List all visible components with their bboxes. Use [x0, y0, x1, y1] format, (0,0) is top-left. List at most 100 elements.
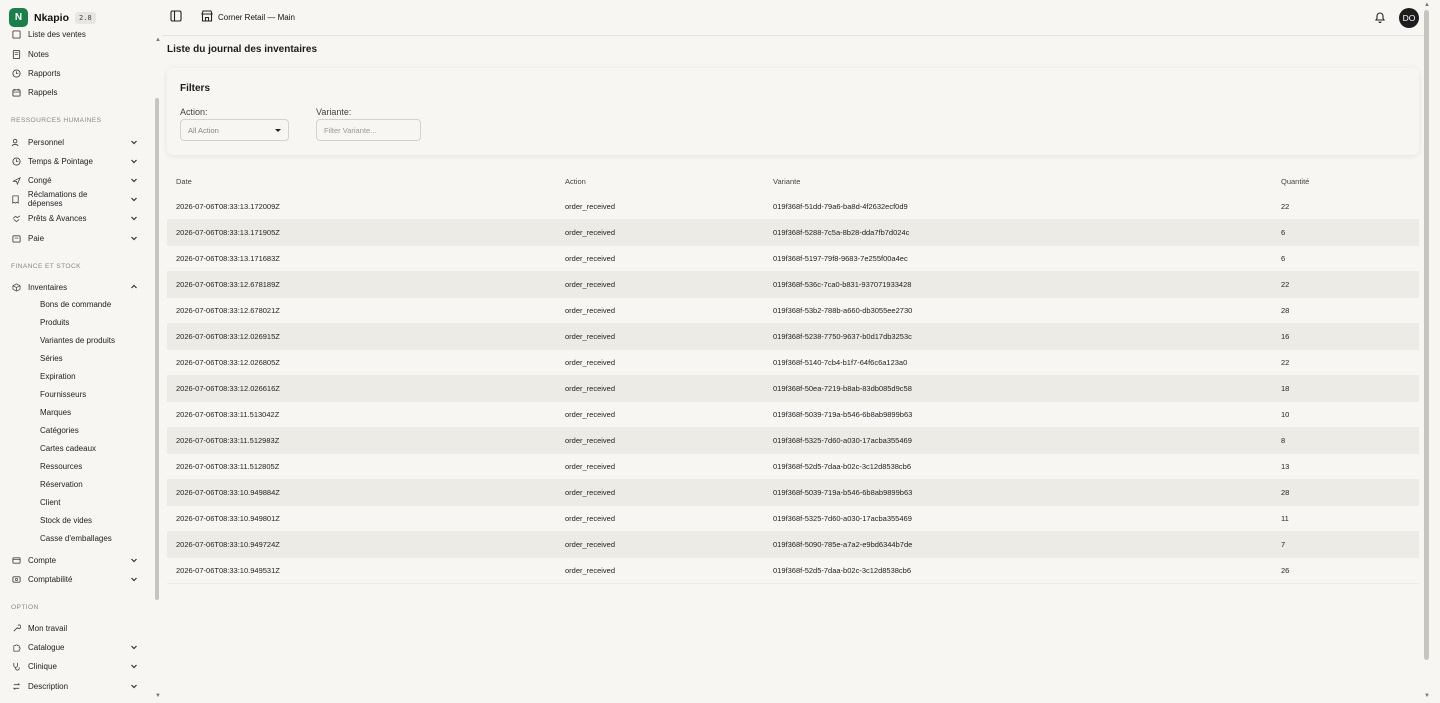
cell-action: order_received	[565, 462, 616, 471]
column-header-action[interactable]: Action	[565, 177, 586, 186]
sidebar-item-clinic[interactable]: Clinique	[11, 658, 138, 674]
sidebar-item-personnel[interactable]: Personnel	[11, 134, 138, 150]
table-header-row: Date Action Variante Quantité	[167, 168, 1419, 194]
table-row[interactable]: 2026-07-06T08:33:12.026915Z order_receive…	[167, 324, 1419, 350]
sidebar-item-accounting[interactable]: Comptabilité	[11, 571, 138, 587]
ledger-icon	[11, 574, 21, 584]
main-scroll-up-icon[interactable]: ▲	[1424, 2, 1430, 8]
column-header-date[interactable]: Date	[176, 177, 192, 186]
sidebar-section-option: OPTION	[11, 604, 39, 611]
sidebar-item-label: Rapports	[28, 68, 61, 78]
sidebar-scroll-down-icon[interactable]: ▼	[155, 693, 161, 699]
sidebar-subitem-empty-stock[interactable]: Stock de vides	[40, 515, 92, 527]
sidebar-item-payroll[interactable]: Paie	[11, 230, 138, 246]
variant-filter-input[interactable]	[316, 119, 421, 141]
sidebar-item-catalogue[interactable]: Catalogue	[11, 639, 138, 655]
table-row[interactable]: 2026-07-06T08:33:12.026616Z order_receive…	[167, 376, 1419, 402]
table-row[interactable]: 2026-07-06T08:33:11.513042Z order_receive…	[167, 402, 1419, 428]
notes-icon	[11, 49, 21, 59]
filters-panel: Filters Action: All Action Variante:	[167, 68, 1419, 155]
table-row[interactable]: 2026-07-06T08:33:13.172009Z order_receive…	[167, 194, 1419, 220]
sidebar-item-loans[interactable]: Prêts & Avances	[11, 210, 138, 226]
table-row[interactable]: 2026-07-06T08:33:11.512983Z order_receive…	[167, 428, 1419, 454]
cell-action: order_received	[565, 332, 616, 341]
cell-quantity: 18	[1281, 384, 1290, 393]
sidebar-item-notes[interactable]: Notes	[11, 46, 138, 62]
sidebar-subitem-purchase-orders[interactable]: Bons de commande	[40, 299, 111, 311]
sidebar-item-reminders[interactable]: Rappels	[11, 84, 138, 100]
sidebar-item-expense-claims[interactable]: Réclamations de dépenses	[11, 190, 138, 208]
sidebar-scrollbar[interactable]	[155, 98, 159, 600]
plane-icon	[11, 175, 21, 185]
sidebar-item-label: Catalogue	[28, 642, 65, 652]
cell-variant: 019f368f-51dd-79a6-ba8d-4f2632ecf0d9	[773, 202, 908, 211]
sidebar-subitem-series[interactable]: Séries	[40, 353, 63, 365]
table-row[interactable]: 2026-07-06T08:33:13.171683Z order_receive…	[167, 246, 1419, 272]
cell-action: order_received	[565, 254, 616, 263]
store-selector[interactable]: Corner Retail — Main	[200, 9, 295, 25]
sidebar-subitem-gift-cards[interactable]: Cartes cadeaux	[40, 443, 96, 455]
column-header-quantity[interactable]: Quantité	[1281, 177, 1309, 186]
chevron-down-icon	[130, 138, 138, 146]
sidebar: Liste des ventes Notes Rapports Rappels …	[0, 0, 162, 703]
sidebar-subitem-expiration[interactable]: Expiration	[40, 371, 76, 383]
sidebar-subitem-reservation[interactable]: Réservation	[40, 479, 83, 491]
cell-action: order_received	[565, 280, 616, 289]
sidebar-item-account[interactable]: Compte	[11, 552, 138, 568]
column-header-variant[interactable]: Variante	[773, 177, 800, 186]
sidebar-subitem-packaging-breakage[interactable]: Casse d'emballages	[40, 533, 112, 545]
sidebar-subitem-client[interactable]: Client	[40, 497, 60, 509]
cell-variant: 019f368f-5238-7750-9637-b0d17db3253c	[773, 332, 912, 341]
cell-quantity: 10	[1281, 410, 1290, 419]
cell-date: 2026-07-06T08:33:11.512805Z	[176, 462, 280, 471]
sidebar-item-reports[interactable]: Rapports	[11, 65, 138, 81]
cell-quantity: 16	[1281, 332, 1290, 341]
sidebar-item-label: Congé	[28, 175, 52, 185]
table-row[interactable]: 2026-07-06T08:33:12.678189Z order_receive…	[167, 272, 1419, 298]
sidebar-section-finance: FINANCE ET STOCK	[11, 263, 81, 270]
action-filter-value: All Action	[188, 125, 219, 135]
sidebar-subitem-brands[interactable]: Marques	[40, 407, 71, 419]
brand[interactable]: N Nkapio 2.8	[9, 8, 154, 27]
sidebar-subitem-products[interactable]: Produits	[40, 317, 69, 329]
top-bar: Corner Retail — Main DO	[162, 0, 1424, 36]
sidebar-scroll-up-icon[interactable]: ▲	[155, 37, 161, 43]
table-row[interactable]: 2026-07-06T08:33:10.949531Z order_receive…	[167, 558, 1419, 584]
sidebar-section-hr: RESSOURCES HUMAINES	[11, 117, 102, 124]
action-filter-select[interactable]: All Action	[180, 119, 289, 141]
table-row[interactable]: 2026-07-06T08:33:10.949884Z order_receive…	[167, 480, 1419, 506]
cell-variant: 019f368f-52d5-7daa-b02c-3c12d8538cb6	[773, 462, 912, 471]
table-row[interactable]: 2026-07-06T08:33:11.512805Z order_receive…	[167, 454, 1419, 480]
cell-variant: 019f368f-5039-719a-b546-6b8ab9899b63	[773, 410, 913, 419]
notification-bell-icon[interactable]	[1373, 10, 1387, 24]
chevron-down-icon	[130, 234, 138, 242]
sidebar-subitem-product-variants[interactable]: Variantes de produits	[40, 335, 115, 347]
table-row[interactable]: 2026-07-06T08:33:12.026805Z order_receive…	[167, 350, 1419, 376]
sidebar-item-my-work[interactable]: Mon travail	[11, 620, 138, 636]
sidebar-item-description[interactable]: Description	[11, 678, 138, 694]
sidebar-item-label: Notes	[28, 49, 49, 59]
table-row[interactable]: 2026-07-06T08:33:10.949724Z order_receive…	[167, 532, 1419, 558]
action-filter-label: Action:	[180, 107, 208, 117]
table-row[interactable]: 2026-07-06T08:33:13.171905Z order_receive…	[167, 220, 1419, 246]
sidebar-subitem-categories[interactable]: Catégories	[40, 425, 79, 437]
cell-date: 2026-07-06T08:33:11.513042Z	[176, 410, 280, 419]
cell-quantity: 26	[1281, 566, 1290, 575]
cell-action: order_received	[565, 566, 616, 575]
receipt-icon	[11, 194, 21, 204]
table-row[interactable]: 2026-07-06T08:33:10.949801Z order_receive…	[167, 506, 1419, 532]
main-scroll-down-icon[interactable]: ▼	[1424, 693, 1430, 699]
main-scrollbar[interactable]	[1424, 10, 1429, 660]
sidebar-subitem-resources[interactable]: Ressources	[40, 461, 82, 473]
sidebar-item-inventory[interactable]: Inventaires	[11, 279, 138, 295]
cell-quantity: 28	[1281, 306, 1290, 315]
sidebar-toggle-icon[interactable]	[170, 10, 182, 22]
sidebar-item-time-tracking[interactable]: Temps & Pointage	[11, 153, 138, 169]
cell-variant: 019f368f-53b2-788b-a660-db3055ee2730	[773, 306, 913, 315]
users-icon	[11, 137, 21, 147]
sidebar-subitem-suppliers[interactable]: Fournisseurs	[40, 389, 86, 401]
table-row[interactable]: 2026-07-06T08:33:12.678021Z order_receive…	[167, 298, 1419, 324]
sidebar-item-leave[interactable]: Congé	[11, 172, 138, 188]
sidebar-item-sales-list[interactable]: Liste des ventes	[11, 26, 138, 42]
user-avatar[interactable]: DO	[1399, 8, 1419, 28]
